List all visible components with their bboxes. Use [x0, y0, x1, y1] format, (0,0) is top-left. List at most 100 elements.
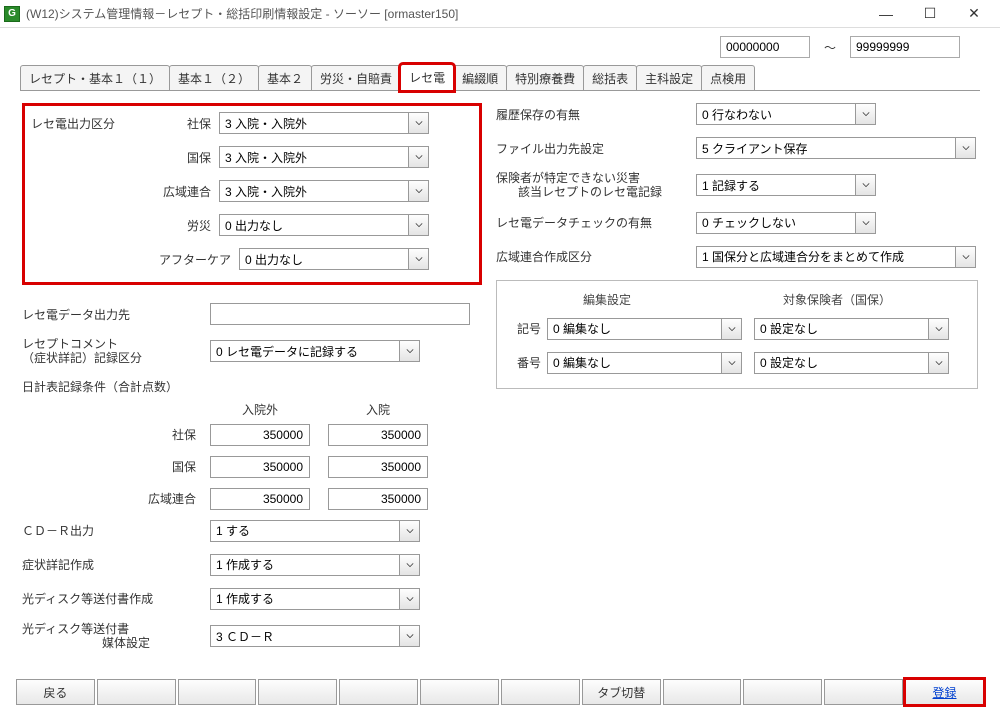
footer-button-5[interactable]	[339, 679, 418, 705]
tab-reseden[interactable]: レセ電	[400, 64, 454, 91]
chevron-down-icon[interactable]	[722, 352, 742, 374]
chevron-down-icon[interactable]	[400, 554, 420, 576]
chevron-down-icon[interactable]	[409, 248, 429, 270]
kouiki-select[interactable]	[219, 180, 409, 202]
datacheck-select[interactable]	[696, 212, 856, 234]
optdisk-label: 光ディスク等送付書作成	[22, 590, 210, 607]
pts-row-label: 広域連合	[22, 490, 210, 507]
chevron-down-icon[interactable]	[400, 588, 420, 610]
output-dest-input[interactable]	[210, 303, 470, 325]
aftercare-select[interactable]	[239, 248, 409, 270]
range-from-input[interactable]	[720, 36, 810, 58]
chevron-down-icon[interactable]	[409, 180, 429, 202]
pts-row-label: 社保	[22, 426, 210, 443]
row-label: 労災	[149, 217, 219, 234]
tab-basic1-1[interactable]: レセプト・基本１（１）	[20, 65, 170, 91]
row-label: アフターケア	[149, 251, 239, 268]
cdr-select[interactable]	[210, 520, 400, 542]
footer-button-6[interactable]	[420, 679, 499, 705]
tab-soukatsu[interactable]: 総括表	[583, 65, 637, 91]
col-inpatient: 入院	[328, 401, 428, 418]
footer-button-10[interactable]	[743, 679, 822, 705]
rousai-select[interactable]	[219, 214, 409, 236]
history-label: 履歴保存の有無	[496, 106, 696, 123]
datacheck-label: レセ電データチェックの有無	[496, 214, 696, 231]
optdisk-select[interactable]	[210, 588, 400, 610]
bangou-edit-select[interactable]	[547, 352, 722, 374]
kigou-label: 記号	[507, 320, 547, 337]
shaho-select[interactable]	[219, 112, 409, 134]
tab-switch-button[interactable]: タブ切替	[582, 679, 661, 705]
footer-button-3[interactable]	[178, 679, 257, 705]
fileout-label: ファイル出力先設定	[496, 140, 696, 157]
kokuho-in-input[interactable]	[328, 456, 428, 478]
range-separator: ～	[824, 39, 836, 56]
bangou-label: 番号	[507, 354, 547, 371]
tab-rousai[interactable]: 労災・自賠責	[311, 65, 401, 91]
col-outpatient: 入院外	[210, 401, 310, 418]
window-title: (W12)システム管理情報－レセプト・総括印刷情報設定 - ソーソー [orma…	[26, 5, 864, 22]
fileout-select[interactable]	[696, 137, 956, 159]
disaster-select[interactable]	[696, 174, 856, 196]
footer-button-11[interactable]	[824, 679, 903, 705]
sjk-select[interactable]	[210, 554, 400, 576]
disaster-label: 保険者が特定できない災害該当レセプトのレセ電記録	[496, 171, 696, 200]
output-dest-label: レセ電データ出力先	[22, 306, 210, 323]
chevron-down-icon[interactable]	[409, 112, 429, 134]
row-label: 社保	[149, 115, 219, 132]
chevron-down-icon[interactable]	[400, 520, 420, 542]
chevron-down-icon[interactable]	[400, 340, 420, 362]
comment-kubun-select[interactable]	[210, 340, 400, 362]
optdisk-media-label: 光ディスク等送付書媒体設定	[22, 622, 210, 651]
chevron-down-icon[interactable]	[929, 318, 949, 340]
kokuho-out-input[interactable]	[210, 456, 310, 478]
footer-button-4[interactable]	[258, 679, 337, 705]
minimize-button[interactable]: —	[864, 0, 908, 28]
chevron-down-icon[interactable]	[856, 212, 876, 234]
chevron-down-icon[interactable]	[400, 625, 420, 647]
output-category-group: レセ電出力区分 社保 国保 広域連合 労災	[22, 103, 482, 285]
kokuho-select[interactable]	[219, 146, 409, 168]
footer-button-7[interactable]	[501, 679, 580, 705]
chevron-down-icon[interactable]	[956, 246, 976, 268]
tab-tokubetu[interactable]: 特別療養費	[506, 65, 584, 91]
optdisk-media-select[interactable]	[210, 625, 400, 647]
chevron-down-icon[interactable]	[956, 137, 976, 159]
chevron-down-icon[interactable]	[929, 352, 949, 374]
footer-bar: 戻る タブ切替 登録	[0, 679, 1000, 705]
daily-condition-label: 日計表記録条件（合計点数）	[22, 378, 482, 395]
history-select[interactable]	[696, 103, 856, 125]
edit-settings-header: 編集設定	[583, 291, 631, 308]
tab-basic2[interactable]: 基本２	[258, 65, 312, 91]
kigou-target-select[interactable]	[754, 318, 929, 340]
tab-strip: レセプト・基本１（１） 基本１（２） 基本２ 労災・自賠責 レセ電 編綴順 特別…	[20, 64, 980, 91]
kouiki-out-input[interactable]	[210, 488, 310, 510]
chevron-down-icon[interactable]	[856, 103, 876, 125]
row-label: 国保	[149, 149, 219, 166]
bangou-target-select[interactable]	[754, 352, 929, 374]
back-button[interactable]: 戻る	[16, 679, 95, 705]
footer-button-2[interactable]	[97, 679, 176, 705]
title-bar: G (W12)システム管理情報－レセプト・総括印刷情報設定 - ソーソー [or…	[0, 0, 1000, 28]
maximize-button[interactable]: ☐	[908, 0, 952, 28]
app-icon: G	[4, 6, 20, 22]
chevron-down-icon[interactable]	[409, 214, 429, 236]
tab-basic1-2[interactable]: 基本１（２）	[169, 65, 259, 91]
output-category-label: レセ電出力区分	[31, 115, 149, 132]
close-button[interactable]: ✕	[952, 0, 996, 28]
kouiki-create-select[interactable]	[696, 246, 956, 268]
shaho-in-input[interactable]	[328, 424, 428, 446]
chevron-down-icon[interactable]	[722, 318, 742, 340]
tab-tenken[interactable]: 点検用	[701, 65, 755, 91]
kigou-edit-select[interactable]	[547, 318, 722, 340]
register-button[interactable]: 登録	[905, 679, 984, 705]
range-to-input[interactable]	[850, 36, 960, 58]
footer-button-9[interactable]	[663, 679, 742, 705]
tab-hensetsu[interactable]: 編綴順	[453, 65, 507, 91]
row-label: 広域連合	[149, 183, 219, 200]
shaho-out-input[interactable]	[210, 424, 310, 446]
chevron-down-icon[interactable]	[409, 146, 429, 168]
chevron-down-icon[interactable]	[856, 174, 876, 196]
tab-shuka[interactable]: 主科設定	[636, 65, 702, 91]
kouiki-in-input[interactable]	[328, 488, 428, 510]
